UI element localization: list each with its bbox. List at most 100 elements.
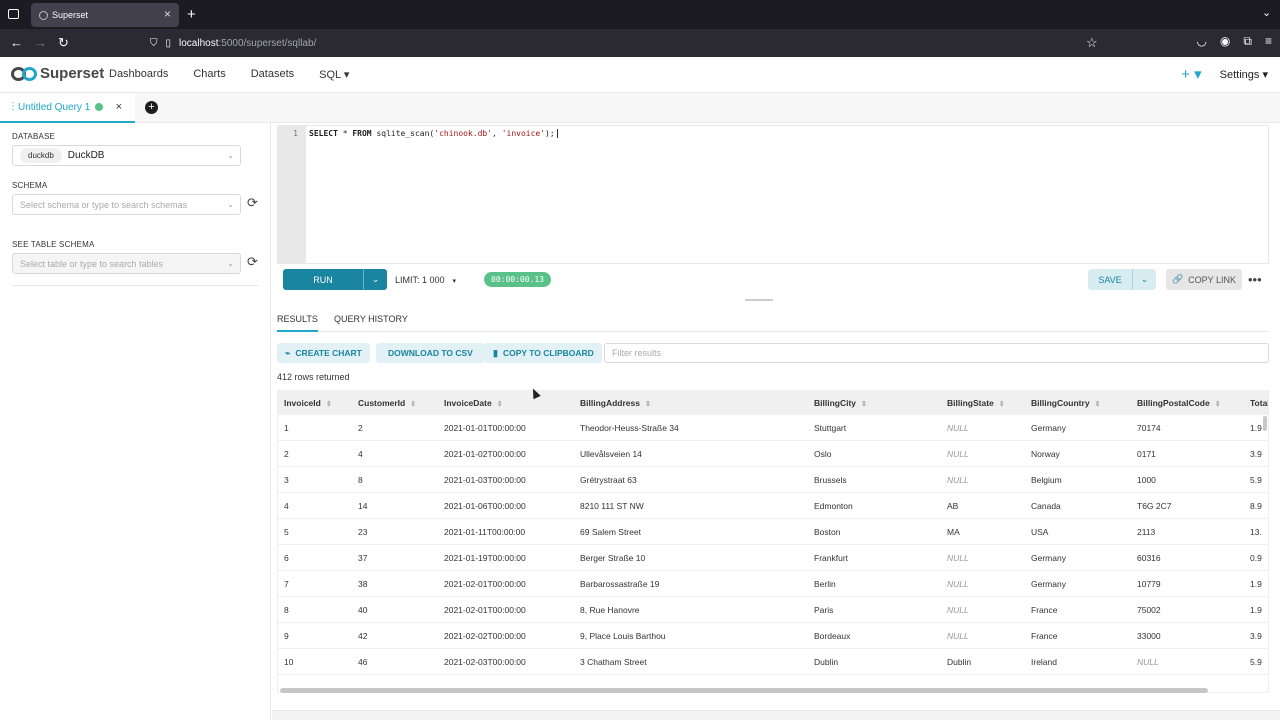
table-row[interactable]: 1 2 2021-01-01T00:00:00 Theodor-Heuss-Straß… (278, 415, 1268, 441)
menu-sql[interactable]: SQL ▾ (319, 68, 349, 81)
forward-icon[interactable]: → (34, 35, 47, 50)
query-status-icon (95, 103, 104, 111)
editor-resize-handle[interactable] (745, 299, 773, 301)
table-row[interactable]: 3 8 2021-01-03T00:00:00 Grétrystraat 63 Brus… (278, 467, 1268, 493)
sql-editor[interactable]: 1 SELECT * FROM sqlite_scan('chinook.db'… (277, 125, 1269, 264)
database-select[interactable]: duckdb DuckDB ⌄ (12, 145, 241, 166)
column-header[interactable]: BillingCity ⇕ (814, 398, 867, 408)
table-cell: 9 (284, 631, 289, 641)
table-cell: Theodor-Heuss-Straße 34 (580, 423, 679, 433)
create-chart-button[interactable]: ⌁ CREATE CHART (277, 343, 370, 363)
table-row[interactable]: 2 4 2021-01-02T00:00:00 Ullevålsveien 14 Osl… (278, 441, 1268, 467)
save-button[interactable]: SAVE ⌄ (1088, 269, 1156, 290)
account-icon[interactable]: ◉ (1220, 34, 1230, 49)
table-cell: USA (1031, 527, 1049, 537)
sort-icon: ⇕ (410, 401, 417, 408)
save-options-chevron-icon[interactable]: ⌄ (1132, 269, 1156, 290)
table-cell: 40 (358, 605, 368, 615)
query-tab-label: Untitled Query 1 (18, 101, 91, 113)
table-cell: 1 (284, 423, 289, 433)
close-query-tab-icon[interactable]: × (116, 101, 122, 113)
table-row[interactable]: 7 38 2021-02-01T00:00:00 Barbarossastraße 1… (278, 571, 1268, 597)
table-cell: Germany (1031, 553, 1066, 563)
column-header[interactable]: BillingCountry ⇕ (1031, 398, 1100, 408)
menu-charts[interactable]: Charts (193, 68, 225, 81)
copy-clipboard-button[interactable]: ▮ COPY TO CLIPBOARD (485, 343, 602, 363)
column-header[interactable]: InvoiceId ⇕ (284, 398, 332, 408)
table-cell: MA (947, 527, 960, 537)
table-row[interactable]: 10 46 2021-02-03T00:00:00 3 Chatham Street D… (278, 649, 1268, 675)
table-select[interactable]: Select table or type to search tables ⌄ (12, 253, 241, 274)
new-menu-button[interactable]: + ▾ (1181, 67, 1201, 82)
pocket-icon[interactable]: ◡ (1196, 34, 1206, 49)
table-cell: Stuttgart (814, 423, 847, 433)
run-options-chevron-icon[interactable]: ⌄ (363, 269, 387, 290)
line-number: 1 (293, 129, 298, 138)
browser-tab[interactable]: Superset × (31, 3, 179, 27)
limit-dropdown[interactable]: LIMIT: 1 000 ▾ (395, 275, 456, 285)
new-tab-icon[interactable]: + (187, 6, 196, 23)
table-cell: 1.9 (1250, 423, 1262, 433)
column-header[interactable]: CustomerId ⇕ (358, 398, 416, 408)
bookmark-star-icon[interactable]: ☆ (1086, 35, 1098, 51)
chevron-down-icon: ⌄ (227, 259, 234, 268)
table-cell: Barbarossastraße 19 (580, 579, 660, 589)
chevron-down-icon: ⌄ (227, 151, 234, 160)
menu-datasets[interactable]: Datasets (251, 68, 294, 81)
copy-link-button[interactable]: 🔗 COPY LINK (1166, 269, 1242, 290)
extensions-icon[interactable]: ⧉ (1243, 34, 1252, 49)
menu-dashboards[interactable]: Dashboards (109, 68, 168, 81)
run-label: RUN (313, 274, 333, 285)
tab-query-history[interactable]: QUERY HISTORY (334, 314, 408, 324)
column-header[interactable]: Total (1250, 398, 1268, 408)
table-cell: Dublin (814, 657, 839, 667)
close-tab-icon[interactable]: × (164, 7, 171, 21)
tab-options-icon[interactable]: ⋮ (8, 101, 18, 112)
database-tag: duckdb (20, 148, 62, 163)
text-cursor (556, 129, 558, 138)
table-cell: T6G 2C7 (1137, 501, 1172, 511)
tab-list-icon[interactable] (8, 9, 19, 19)
back-icon[interactable]: ← (10, 35, 23, 50)
horizontal-scrollbar[interactable] (280, 688, 1208, 693)
list-all-tabs-icon[interactable]: ⌄ (1262, 6, 1271, 19)
url-path: :5000/superset/sqllab/ (218, 37, 317, 49)
table-row[interactable]: 8 40 2021-02-01T00:00:00 8, Rue Hanovre Pari… (278, 597, 1268, 623)
column-header[interactable]: InvoiceDate ⇕ (444, 398, 503, 408)
schema-select[interactable]: Select schema or type to search schemas … (12, 194, 241, 215)
filter-results-input[interactable]: Filter results (604, 343, 1269, 363)
run-button[interactable]: RUN ⌄ (283, 269, 387, 290)
table-cell: 2113 (1137, 527, 1156, 537)
table-row[interactable]: 4 14 2021-01-06T00:00:00 8210 111 ST NW Edmo… (278, 493, 1268, 519)
vertical-scrollbar[interactable] (1263, 416, 1267, 431)
column-header[interactable]: BillingState ⇕ (947, 398, 1005, 408)
column-header[interactable]: BillingAddress ⇕ (580, 398, 651, 408)
url-host: localhost (179, 37, 219, 49)
superset-logo[interactable]: Superset (11, 65, 104, 82)
table-cell: 10 (284, 657, 294, 667)
refresh-tables-icon[interactable]: ⟳ (247, 254, 258, 270)
settings-menu[interactable]: Settings ▾ (1220, 68, 1268, 81)
query-tab[interactable]: ⋮ Untitled Query 1 × (0, 93, 135, 123)
download-csv-button[interactable]: DOWNLOAD TO CSV (376, 343, 485, 363)
table-cell: 2021-02-01T00:00:00 (444, 605, 526, 615)
tab-results[interactable]: RESULTS (277, 314, 318, 332)
table-row[interactable]: 5 23 2021-01-11T00:00:00 69 Salem Street Bos… (278, 519, 1268, 545)
table-cell: Germany (1031, 423, 1066, 433)
column-header[interactable]: BillingPostalCode ⇕ (1137, 398, 1221, 408)
address-bar[interactable]: ⛉ ▯ localhost:5000/superset/sqllab/ (150, 32, 1110, 54)
table-cell: NULL (947, 553, 969, 563)
add-query-tab-icon[interactable]: + (145, 101, 158, 114)
refresh-schema-icon[interactable]: ⟳ (247, 195, 258, 211)
table-row[interactable]: 9 42 2021-02-02T00:00:00 9, Place Louis Bar… (278, 623, 1268, 649)
sort-icon: ⇕ (1094, 401, 1101, 408)
table-cell: 70174 (1137, 423, 1161, 433)
menu-icon[interactable]: ≡ (1265, 34, 1272, 49)
table-schema-label: SEE TABLE SCHEMA (12, 240, 95, 249)
reload-icon[interactable]: ↻ (58, 35, 69, 51)
browser-tab-title: Superset (52, 10, 89, 20)
sql-code[interactable]: SELECT * FROM sqlite_scan('chinook.db', … (309, 129, 558, 138)
more-options-icon[interactable]: ••• (1248, 272, 1262, 287)
sort-icon: ⇕ (644, 401, 651, 408)
table-row[interactable]: 6 37 2021-01-19T00:00:00 Berger Straße 10 Fr… (278, 545, 1268, 571)
